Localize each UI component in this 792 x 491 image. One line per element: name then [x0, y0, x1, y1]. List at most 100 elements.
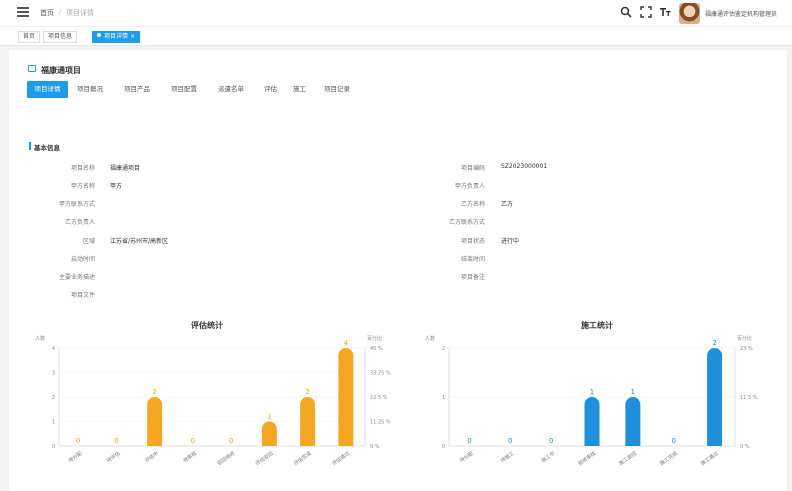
menu-toggle-icon[interactable]	[17, 7, 29, 17]
x-tick-label: 待评估	[105, 450, 121, 464]
x-tick-label: 施工完成	[658, 450, 678, 467]
bar-value-label: 1	[590, 388, 594, 396]
x-tick-label: 待分配	[67, 450, 83, 464]
breadcrumb-separator: /	[59, 8, 62, 16]
field-value: 进行中	[501, 238, 520, 245]
tab-project-records[interactable]: 项目记录	[324, 81, 350, 98]
search-icon[interactable]	[620, 6, 632, 18]
x-tick-label: 评估通过	[331, 450, 351, 467]
tag-project-info[interactable]: 项目信息	[43, 31, 78, 43]
y2-tick-label: 11.5 %	[740, 395, 758, 401]
tab-project-detail[interactable]: 项目详情	[27, 81, 68, 98]
x-tick-label: 施工中	[540, 450, 556, 464]
y-axis-label: 人数	[35, 335, 45, 342]
y-tick-label: 1	[52, 420, 55, 426]
chart-bar	[707, 348, 723, 446]
project-title: 福康通项目	[41, 66, 81, 75]
x-tick-label: 施工通过	[699, 450, 719, 467]
field-value: SZ2023000001	[501, 163, 548, 170]
bar-value-label: 2	[152, 388, 156, 396]
y-tick-label: 3	[52, 371, 55, 377]
y-tick-label: 1	[442, 395, 445, 401]
chart-bar	[338, 348, 354, 446]
y2-axis-label: 百分比	[737, 335, 752, 342]
project-detail-card: 福康通项目 项目详情 项目概况 项目产品 项目配置 派遣名单 评估 施工 项目记…	[9, 50, 787, 491]
x-tick-label: 评估完成	[292, 450, 312, 467]
field-label: 项目文件	[70, 292, 95, 299]
x-tick-label: 待分配	[458, 450, 474, 464]
y2-tick-label: 33.75 %	[370, 371, 391, 377]
construction-chart-title: 施工统计	[581, 321, 613, 330]
fullscreen-icon[interactable]	[640, 6, 652, 18]
breadcrumb-current: 项目详情	[66, 9, 94, 17]
section-title: 基本信息	[34, 144, 60, 152]
bar-value-label: 2	[712, 339, 716, 347]
field-label: 项目备注	[460, 274, 485, 281]
field-label: 甲方负责人	[454, 183, 485, 190]
bar-value-label: 0	[549, 437, 553, 445]
tab-evaluation[interactable]: 评估	[264, 81, 277, 98]
font-size-icon[interactable]	[659, 6, 671, 18]
chart-bar	[300, 397, 316, 446]
y2-tick-label: 0 %	[370, 444, 380, 450]
y2-tick-label: 11.25 %	[370, 420, 391, 426]
x-tick-label: 评估中	[143, 450, 159, 464]
tag-project-detail[interactable]: 项目详情 ×	[92, 31, 140, 43]
username[interactable]: 福康通评估鉴定机构管理员	[705, 9, 777, 18]
tab-project-overview[interactable]: 项目概况	[77, 81, 103, 98]
field-value: 江苏省/苏州市/高新区	[110, 238, 169, 245]
tab-dispatch-list[interactable]: 派遣名单	[218, 81, 244, 98]
tag-home[interactable]: 首页	[18, 31, 41, 43]
field-value: 乙方	[501, 201, 514, 208]
field-label: 甲方名称	[70, 183, 95, 190]
tab-construction[interactable]: 施工	[293, 81, 306, 98]
x-tick-label: 评估驳回	[254, 450, 274, 467]
bar-value-label: 0	[508, 437, 512, 445]
avatar[interactable]	[679, 3, 700, 24]
field-value: 福康通项目	[110, 165, 141, 172]
tab-project-config[interactable]: 项目配置	[171, 81, 197, 98]
x-tick-label: 待审核	[182, 450, 198, 464]
project-icon	[28, 65, 36, 72]
y2-axis-label: 百分比	[367, 335, 382, 342]
chart-bar	[625, 397, 641, 446]
chart-bar	[261, 421, 277, 446]
chart-bar	[584, 397, 600, 446]
x-tick-label: 验收审核	[577, 450, 597, 467]
field-label: 乙方联系方式	[448, 219, 485, 226]
y2-tick-label: 23 %	[740, 346, 753, 352]
y2-tick-label: 45 %	[370, 346, 383, 352]
tab-project-products[interactable]: 项目产品	[124, 81, 150, 98]
y-tick-label: 0	[52, 444, 55, 450]
x-tick-label: 施工驳回	[618, 450, 638, 467]
bar-value-label: 0	[229, 437, 233, 445]
y-axis-label: 人数	[425, 335, 435, 342]
field-label: 乙方负责人	[64, 219, 95, 226]
evaluation-chart: 人数 百分比 0 1 2 3 4 0 % 11.25 % 22.5 % 33.75 % 45 % 0 待分…	[35, 335, 391, 467]
field-label: 项目状态	[460, 238, 485, 245]
bar-value-label: 0	[191, 437, 195, 445]
field-label: 乙方名称	[460, 201, 485, 208]
top-bar: 首页 / 项目详情 福康通评估鉴定机构管理员	[0, 0, 792, 26]
section-marker	[29, 142, 31, 150]
bar-value-label: 2	[305, 388, 309, 396]
field-label: 启动时间	[70, 256, 95, 263]
bar-value-label: 4	[344, 339, 349, 347]
field-label: 项目编码	[460, 165, 485, 172]
field-label: 结束时间	[460, 256, 485, 263]
y-tick-label: 2	[52, 395, 55, 401]
field-label: 区域	[82, 238, 95, 245]
breadcrumb-home[interactable]: 首页	[40, 8, 54, 18]
y-tick-label: 4	[52, 346, 55, 352]
field-label: 项目名称	[70, 165, 95, 172]
x-tick-label: 待施工	[499, 450, 515, 464]
bar-value-label: 0	[467, 437, 471, 445]
bar-value-label: 0	[76, 437, 80, 445]
close-icon[interactable]: ×	[130, 33, 135, 40]
bar-value-label: 0	[114, 437, 118, 445]
tags-view-bar: 首页 项目信息 项目详情 ×	[0, 26, 792, 46]
construction-chart: 人数 百分比 0 1 2 0 % 11.5 % 23 % 0 待分配 0 待施工 0 施工中 1 验收审核 1 施…	[425, 335, 758, 467]
bar-value-label: 1	[631, 388, 635, 396]
bar-value-label: 0	[671, 437, 675, 445]
evaluation-chart-title: 评估统计	[191, 321, 223, 330]
